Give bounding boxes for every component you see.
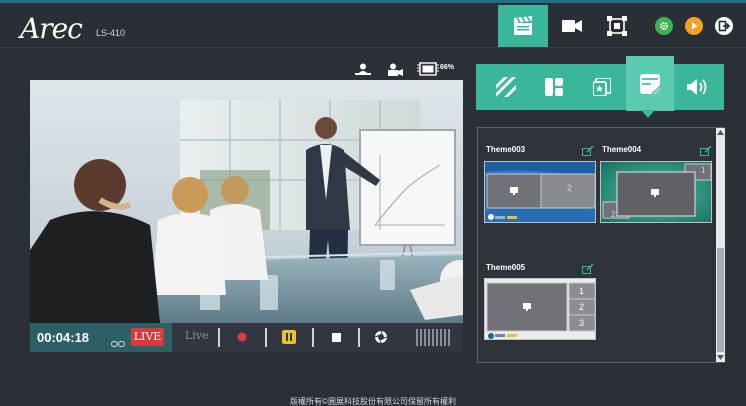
theme-list-scrollbar[interactable]: [716, 128, 725, 362]
divider: [312, 328, 314, 347]
theme-thumbnail[interactable]: 1 2 3: [484, 278, 596, 340]
divider: [265, 328, 267, 347]
divider: [218, 328, 220, 347]
overlay-icon[interactable]: [578, 64, 626, 110]
timer-box: 00:04:18 LIVE: [30, 323, 172, 352]
control-bar: 00:04:18 LIVE Live: [30, 323, 463, 352]
logout-icon[interactable]: [715, 17, 733, 35]
divider: [358, 328, 360, 347]
cell-number: 2: [611, 210, 616, 219]
stop-icon[interactable]: [330, 331, 342, 343]
theme-thumbnail[interactable]: 2: [484, 161, 596, 223]
layout-frame-icon[interactable]: [603, 14, 631, 38]
storage-icon: [417, 62, 439, 76]
camera-icon[interactable]: [558, 14, 586, 38]
edit-icon[interactable]: [700, 143, 712, 156]
live-video-feed: [30, 80, 463, 323]
preview-status-bar: 66%: [30, 58, 463, 80]
record-icon[interactable]: [236, 331, 248, 343]
scene-clapper-icon[interactable]: [509, 14, 537, 38]
footer-copyright: 版權所有©圓展科技股份有限公司保留所有權利: [290, 397, 456, 406]
background-icon[interactable]: [482, 64, 530, 110]
feature-tabs: [476, 56, 724, 111]
theme-list: Theme003 2 Theme004 1 2 Theme005 1 2 3: [477, 127, 725, 363]
live-stream-button[interactable]: Live: [185, 329, 209, 342]
storage-percent: 66%: [440, 64, 455, 71]
cell-number: 2: [567, 183, 573, 193]
theme-name: Theme004: [602, 145, 642, 154]
link-icon: [111, 334, 125, 352]
edit-icon[interactable]: [582, 261, 594, 274]
audio-meter-icon: [416, 329, 450, 346]
theme-name: Theme003: [486, 145, 526, 154]
top-accent-line: [0, 0, 746, 3]
active-tab-pointer: [641, 110, 655, 118]
layout-icon[interactable]: [530, 64, 578, 110]
record-timer: 00:04:18: [37, 330, 90, 345]
pause-icon[interactable]: [282, 330, 296, 344]
camera-detect-icon: [355, 62, 371, 76]
top-bar: Arec LS-410: [0, 0, 746, 48]
snapshot-icon[interactable]: [374, 330, 388, 344]
scroll-thumb[interactable]: [717, 248, 724, 352]
brand-logo: Arec: [20, 12, 83, 45]
cell-number: 1: [701, 166, 706, 175]
cell-number: 3: [579, 318, 585, 328]
playback-icon[interactable]: [685, 17, 703, 35]
edit-icon[interactable]: [582, 143, 594, 156]
audio-icon[interactable]: [674, 64, 722, 110]
camera-record-icon: [387, 62, 405, 76]
cell-number: 2: [579, 302, 585, 312]
live-badge: LIVE: [131, 328, 164, 346]
theme-name: Theme005: [486, 263, 526, 272]
model-label: LS-410: [96, 28, 126, 38]
theme-icon[interactable]: [626, 56, 674, 111]
theme-thumbnail[interactable]: 1 2: [600, 161, 712, 223]
video-preview-panel: 66% 00:04:18 LIVE Live: [30, 58, 463, 352]
cell-number: 1: [579, 286, 585, 296]
settings-icon[interactable]: [655, 17, 673, 35]
